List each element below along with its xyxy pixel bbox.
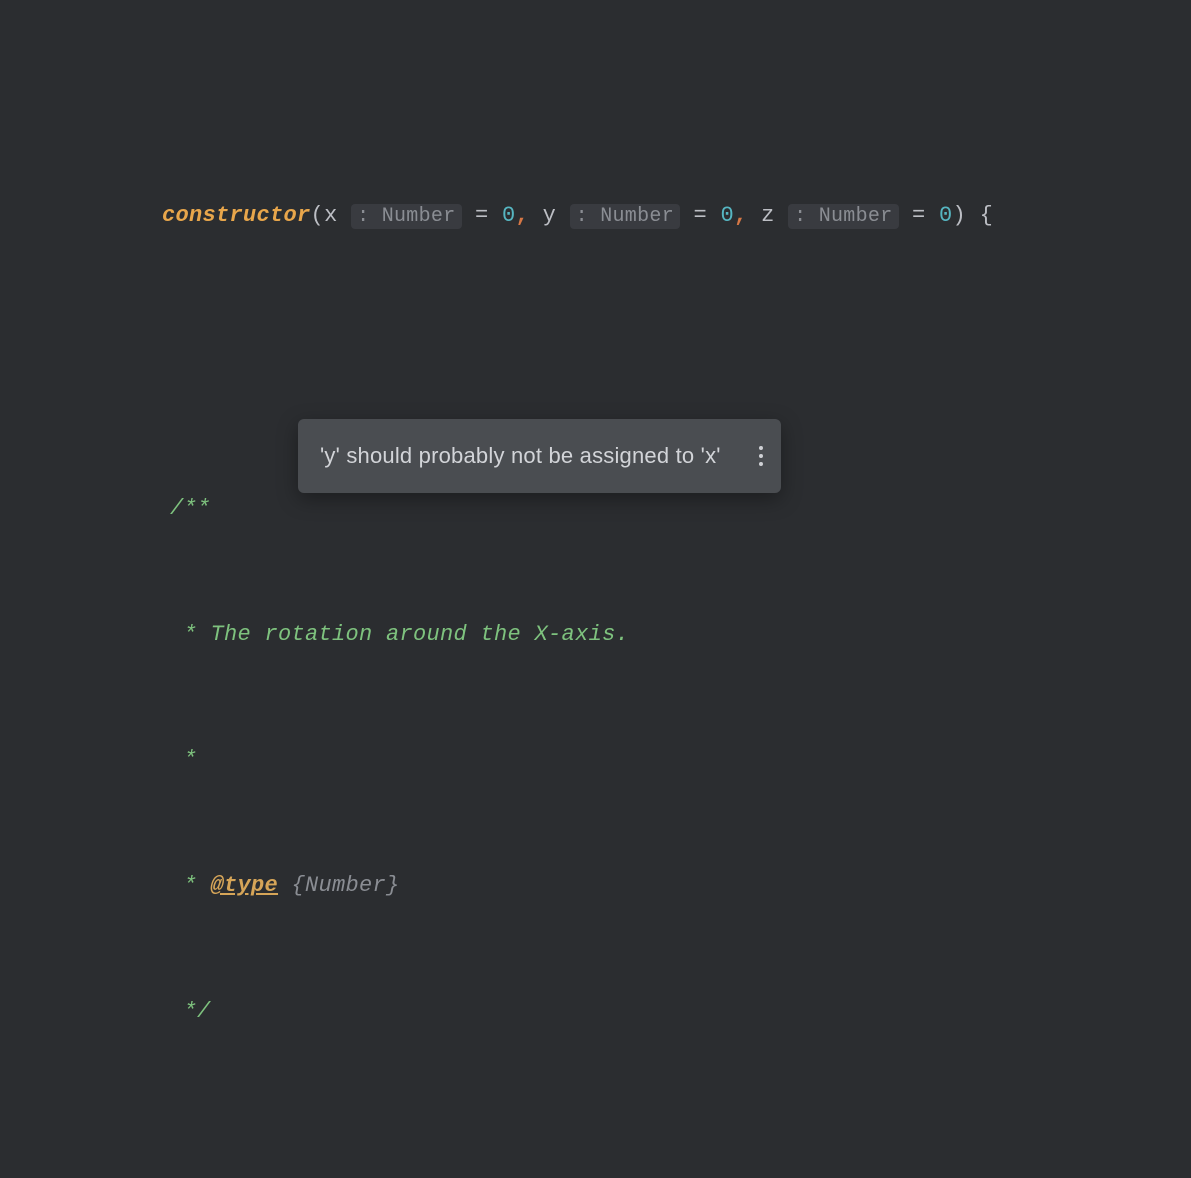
param-y-name: y [543, 203, 557, 228]
code-editor[interactable]: constructor(x : Number = 0, y : Number =… [0, 0, 1191, 1178]
keyword-constructor: constructor [162, 203, 311, 228]
param-x-type-hint: : Number [351, 204, 461, 229]
more-actions-icon[interactable] [759, 446, 763, 466]
eq-operator: = [899, 203, 940, 228]
jsdoc-line: /** [0, 488, 1191, 530]
blank-line [0, 321, 1191, 363]
code-line-signature: constructor(x : Number = 0, y : Number =… [0, 153, 1191, 195]
close-paren: ) [953, 203, 967, 228]
eq-operator: = [462, 203, 503, 228]
param-z-default: 0 [939, 203, 953, 228]
param-z-type-hint: : Number [788, 204, 898, 229]
eq-operator: = [680, 203, 721, 228]
inspection-tooltip[interactable]: 'y' should probably not be assigned to '… [298, 419, 781, 493]
jsdoc-line: * @type {Number} [0, 865, 1191, 907]
jsdoc-line: * [0, 739, 1191, 781]
param-y-type-hint: : Number [570, 204, 680, 229]
open-brace: { [966, 203, 993, 228]
jsdoc-line: */ [0, 991, 1191, 1033]
tooltip-message: 'y' should probably not be assigned to '… [320, 435, 721, 477]
blank-line [0, 1158, 1191, 1178]
param-z-name: z [761, 203, 775, 228]
comma-separator: , [734, 203, 761, 228]
param-x-default: 0 [502, 203, 516, 228]
comma-separator: , [516, 203, 543, 228]
open-paren: ( [311, 203, 325, 228]
param-x-name: x [324, 203, 338, 228]
param-y-default: 0 [721, 203, 735, 228]
jsdoc-line: * The rotation around the X-axis. [0, 614, 1191, 656]
jsdoc-text: * [170, 873, 211, 898]
jsdoc-type: {Number} [278, 873, 400, 898]
jsdoc-tag-type: @type [211, 873, 279, 898]
